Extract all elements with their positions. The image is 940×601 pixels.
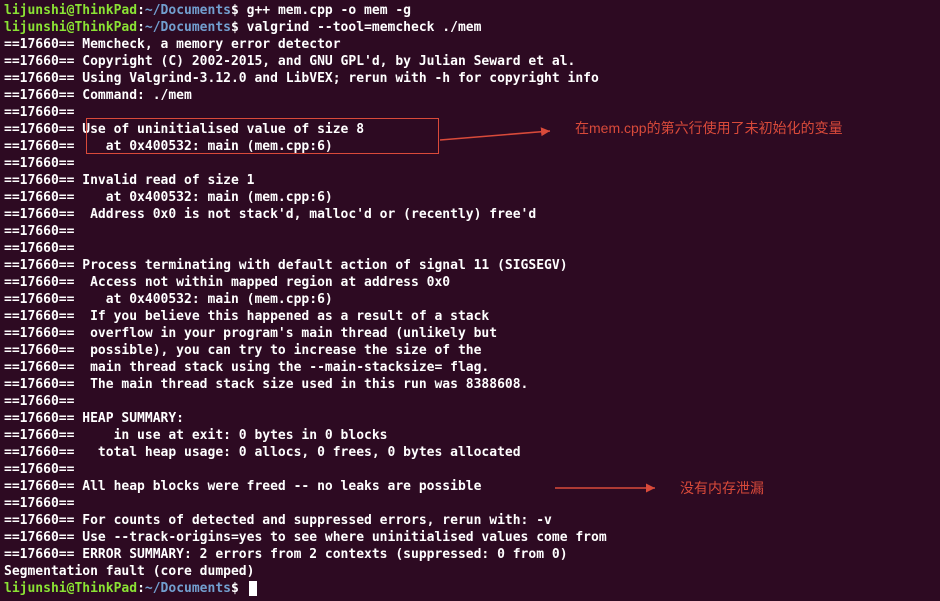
output-line: ==17660== Copyright (C) 2002-2015, and G… [4,53,936,70]
output-line: ==17660== Invalid read of size 1 [4,172,936,189]
output-line: ==17660== at 0x400532: main (mem.cpp:6) [4,189,936,206]
prompt-line-2: lijunshi@ThinkPad:~/Documents$ valgrind … [4,19,936,36]
output-line: ==17660== Access not within mapped regio… [4,274,936,291]
command-1: g++ mem.cpp -o mem -g [247,3,411,18]
output-line: ==17660== total heap usage: 0 allocs, 0 … [4,444,936,461]
output-line: ==17660== at 0x400532: main (mem.cpp:6) [4,291,936,308]
output-line: ==17660== All heap blocks were freed -- … [4,478,936,495]
output-line: ==17660== Using Valgrind-3.12.0 and LibV… [4,70,936,87]
cwd: ~/Documents [145,581,231,596]
output-line: ==17660== overflow in your program's mai… [4,325,936,342]
output-line: ==17660== [4,393,936,410]
output-line: ==17660== [4,495,936,512]
annotation-text-top: 在mem.cpp的第六行使用了未初始化的变量 [575,120,843,137]
output-line: ==17660== Process terminating with defau… [4,257,936,274]
output-line: ==17660== at 0x400532: main (mem.cpp:6) [4,138,936,155]
cwd: ~/Documents [145,3,231,18]
command-2: valgrind --tool=memcheck ./mem [247,20,482,35]
cursor-block [249,581,257,596]
cwd: ~/Documents [145,20,231,35]
user-host: lijunshi@ThinkPad [4,581,137,596]
output-line: ==17660== in use at exit: 0 bytes in 0 b… [4,427,936,444]
output-line: ==17660== Memcheck, a memory error detec… [4,36,936,53]
annotation-text-bottom: 没有内存泄漏 [680,480,764,497]
output-line: Segmentation fault (core dumped) [4,563,936,580]
prompt-line-3: lijunshi@ThinkPad:~/Documents$ [4,580,936,597]
output-line: ==17660== Use --track-origins=yes to see… [4,529,936,546]
user-host: lijunshi@ThinkPad [4,20,137,35]
terminal-output[interactable]: lijunshi@ThinkPad:~/Documents$ g++ mem.c… [4,2,936,597]
user-host: lijunshi@ThinkPad [4,3,137,18]
output-line: ==17660== [4,223,936,240]
output-line: ==17660== possible), you can try to incr… [4,342,936,359]
output-line: ==17660== If you believe this happened a… [4,308,936,325]
output-line: ==17660== [4,104,936,121]
output-line: ==17660== [4,155,936,172]
output-line: ==17660== HEAP SUMMARY: [4,410,936,427]
output-line: ==17660== [4,461,936,478]
output-line: ==17660== The main thread stack size use… [4,376,936,393]
output-line: ==17660== Address 0x0 is not stack'd, ma… [4,206,936,223]
output-line: ==17660== For counts of detected and sup… [4,512,936,529]
prompt-line-1: lijunshi@ThinkPad:~/Documents$ g++ mem.c… [4,2,936,19]
output-line: ==17660== main thread stack using the --… [4,359,936,376]
output-line: ==17660== [4,240,936,257]
output-line: ==17660== ERROR SUMMARY: 2 errors from 2… [4,546,936,563]
output-line: ==17660== Command: ./mem [4,87,936,104]
